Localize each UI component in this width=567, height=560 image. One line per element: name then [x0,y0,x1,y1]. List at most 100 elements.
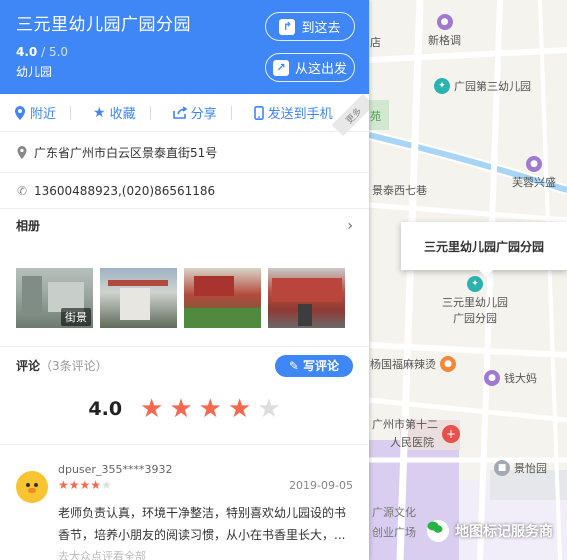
review-more-link[interactable]: 去大众点评看全部 [58,548,353,560]
poi-12th-hospital[interactable]: 广州市第十二 人民医院 [372,416,438,450]
star-filled-icon: ★ [58,478,69,492]
route-from-label: 从这出发 [294,62,347,77]
review-meta: ★★★★★ 2019-09-05 [58,478,353,492]
hospital-marker[interactable]: + [442,425,460,443]
send-to-phone-button[interactable]: 发送到手机 [248,103,339,122]
poi-guangyuan-third-kindergarten[interactable]: ✦ 广园第三幼儿园 [434,78,531,94]
poi-yangguofu[interactable]: 杨国福麻辣烫 ● [370,356,456,372]
route-to-icon: ↱ [279,18,296,35]
watermark-label: 地图标记服务商 [455,524,553,540]
poi-label: 新格调 [428,34,461,47]
avatar [16,471,48,503]
photos-title: 相册 [16,219,41,233]
star-filled-icon: ★ [90,478,102,492]
poi-partial-yuan: 苑 [370,108,381,124]
overall-stars: ★ ★ ★ ★ ★ [140,396,281,422]
street-view-photo[interactable]: 街景 [16,268,93,328]
star-filled-icon: ★ [198,394,222,424]
poi-label: 三元里幼儿园 [442,296,508,309]
share-icon [172,106,187,119]
poi-sanyuanli-kindergarten[interactable]: ✦ 三元里幼儿园 广园分园 [442,276,508,326]
rating-denominator: / 5.0 [41,45,69,59]
nearby-button[interactable]: 附近 [8,103,77,122]
address-text: 广东省广州市白云区景泰直街51号 [34,145,218,160]
poi-label: 广源文化 [372,506,416,519]
overall-score: 4.0 [88,398,123,420]
review-user: dpuser_355****3932 [58,463,173,476]
nearby-label: 附近 [30,107,57,122]
star-filled-icon: ★ [169,394,193,424]
phone-text: 13600488923,(020)86561186 [34,183,216,198]
school-pin-icon: ✦ [467,276,483,292]
route-from-button[interactable]: ↗ 从这出发 [265,53,355,82]
shop-pin-icon: ● [484,370,500,386]
poi-jingtai-xi-7-lane[interactable]: 景泰西七巷 [372,182,427,198]
photo-strip: 街景 [0,268,369,328]
shop-pin-icon: ● [526,156,542,172]
poi-label: 人民医院 [390,436,434,449]
hospital-cross-icon: + [442,425,460,443]
building-pin-icon: ■ [494,460,510,476]
school-pin-icon: ✦ [434,78,450,94]
reviews-title-group: 评论（3条评论） [16,357,108,374]
overall-rating: 4.0 ★ ★ ★ ★ ★ [0,384,369,434]
poi-label: 景泰西七巷 [372,184,427,197]
poi-furongxingsheng[interactable]: ● 芙蓉兴盛 [512,156,556,190]
poi-jingyiyuan[interactable]: ■ 景怡园 [494,460,547,476]
share-button[interactable]: 分享 [167,103,238,122]
avatar-beak [28,488,36,493]
route-to-label: 到这去 [301,21,341,36]
review-item: dpuser_355****3932 ★★★★★ 2019-09-05 老师负责… [0,444,369,560]
place-detail-panel: 三元里幼儿园广园分园 4.0 / 5.0 幼儿园 ↱ 到这去 ↗ 从这出发 附近… [0,0,369,560]
write-review-label: 写评论 [302,359,339,373]
reviews-count: （3条评论） [40,359,108,373]
phone-row: ✆ 13600488923,(020)86561186 [0,172,369,208]
food-pin-icon: ● [440,356,456,372]
poi-partial-dian: 店 [370,34,381,50]
poi-label: 钱大妈 [504,372,537,385]
favorite-label: 收藏 [109,107,136,122]
share-label: 分享 [190,107,217,122]
star-empty-icon: ★ [101,478,112,492]
poi-label: 店 [370,36,381,49]
divider [70,105,72,120]
telephone-icon: ✆ [16,183,28,198]
chevron-right-icon: › [347,217,353,234]
shop-pin-icon: ● [436,14,453,30]
write-review-button[interactable]: ✎ 写评论 [274,354,353,377]
address-pin-icon [17,145,27,159]
photo-thumbnail[interactable] [268,268,345,328]
review-text: 老师负责认真，环境干净整洁，特别喜欢幼儿园设的书香节，培养小朋友的阅读习惯，从小… [58,506,347,542]
photo-thumbnail[interactable] [100,268,177,328]
poi-guangyuan-culture[interactable]: 广源文化 创业广场 [372,504,416,540]
divider [230,105,232,120]
avatar-eye [26,483,30,487]
wechat-logo-icon [427,520,449,542]
poi-label: 创业广场 [372,526,416,539]
poi-label: 杨国福麻辣烫 [370,358,436,371]
poi-label: 苑 [370,110,381,123]
favorite-button[interactable]: ★ 收藏 [87,103,157,122]
reviews-header: 评论（3条评论） ✎ 写评论 [0,346,369,384]
poi-qiandama[interactable]: ● 钱大妈 [484,370,537,386]
reviews-title: 评论 [16,359,41,373]
divider [149,105,151,120]
poi-label: 景怡园 [514,462,547,475]
star-filled-icon: ★ [79,478,91,492]
poi-xingediao[interactable]: ● 新格调 [428,14,461,48]
photos-header[interactable]: 相册 › [0,208,369,242]
location-pin-icon [15,105,25,120]
callout-label: 三元里幼儿园广园分园 [423,239,544,254]
panel-header: 三元里幼儿园广园分园 4.0 / 5.0 幼儿园 ↱ 到这去 ↗ 从这出发 [0,0,369,94]
star-filled-icon: ★ [140,394,164,424]
poi-label: 广园分园 [453,312,497,325]
send-to-phone-label: 发送到手机 [267,107,333,122]
star-empty-icon: ★ [257,394,281,424]
phone-icon [253,105,264,120]
watermark: 地图标记服务商 [427,520,553,542]
review-stars: ★★★★★ [58,478,112,492]
route-to-button[interactable]: ↱ 到这去 [265,12,355,41]
map-callout[interactable]: 三元里幼儿园广园分园 [401,222,567,277]
star-icon: ★ [93,104,106,121]
photo-thumbnail[interactable] [184,268,261,328]
